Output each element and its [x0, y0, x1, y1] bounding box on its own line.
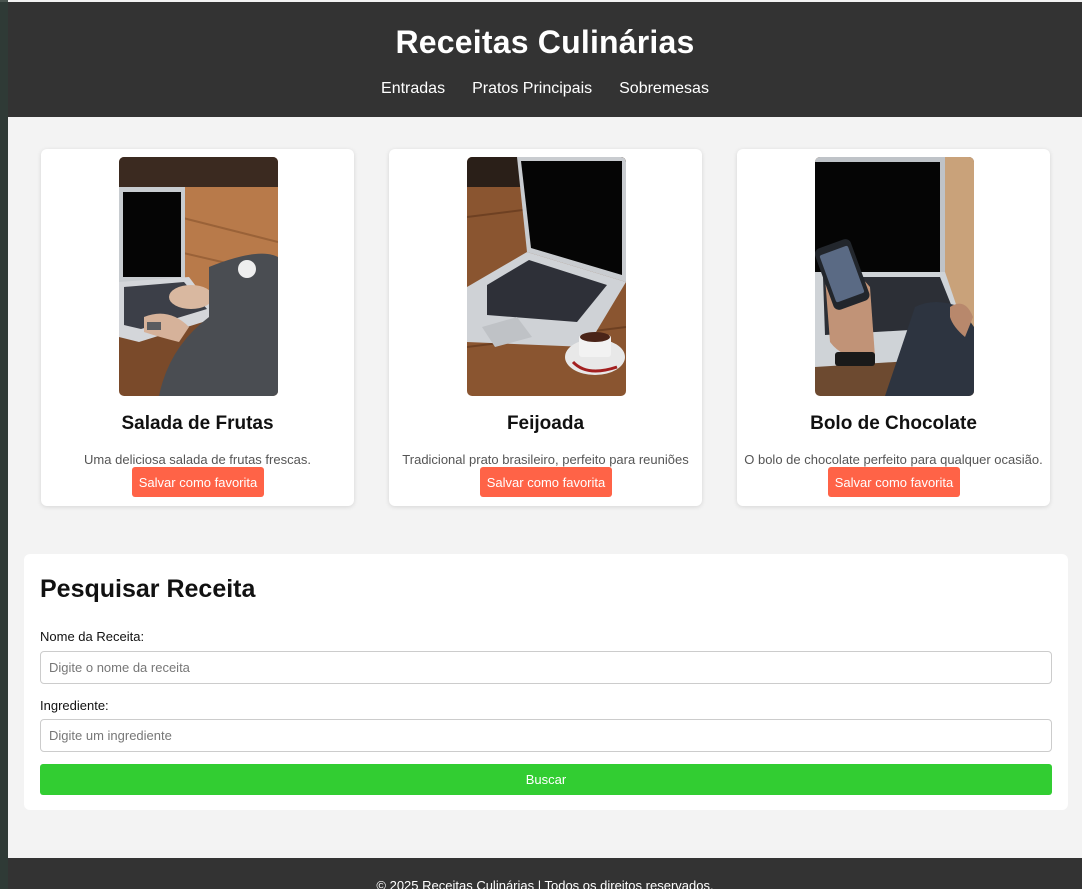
search-title: Pesquisar Receita: [40, 575, 256, 603]
recipe-description: O bolo de chocolate perfeito para qualqu…: [744, 452, 1043, 467]
nav-link-sobremesas[interactable]: Sobremesas: [619, 80, 709, 98]
recipe-card: Feijoada Tradicional prato brasileiro, p…: [389, 149, 702, 506]
recipe-cards: Salada de Frutas Uma deliciosa salada de…: [41, 149, 1051, 506]
ingredient-label: Ingrediente:: [40, 698, 109, 713]
recipe-card: Salada de Frutas Uma deliciosa salada de…: [41, 149, 354, 506]
laptop-coffee-photo: [467, 157, 626, 396]
recipe-card: Bolo de Chocolate O bolo de chocolate pe…: [737, 149, 1050, 506]
search-button[interactable]: Buscar: [40, 764, 1052, 795]
ingredient-input[interactable]: [40, 719, 1052, 752]
save-favorite-button[interactable]: Salvar como favorita: [480, 467, 612, 497]
site-footer: © 2025 Receitas Culinárias | Todos os di…: [8, 858, 1082, 889]
laptop-typing-photo: [119, 157, 278, 396]
recipe-title: Feijoada: [506, 413, 585, 434]
nav-link-entradas[interactable]: Entradas: [381, 80, 445, 98]
phone-laptop-photo: [815, 157, 974, 396]
search-form: Pesquisar Receita Nome da Receita: Ingre…: [24, 554, 1068, 810]
recipe-name-input[interactable]: [40, 651, 1052, 684]
recipe-name-label: Nome da Receita:: [40, 629, 145, 644]
recipe-title: Salada de Frutas: [121, 413, 274, 434]
footer-text: © 2025 Receitas Culinárias | Todos os di…: [376, 878, 714, 889]
site-header: Receitas Culinárias Entradas Pratos Prin…: [8, 2, 1082, 117]
save-favorite-button[interactable]: Salvar como favorita: [828, 467, 960, 497]
recipe-description: Uma deliciosa salada de frutas frescas.: [84, 452, 311, 467]
recipe-title: Bolo de Chocolate: [810, 413, 977, 434]
nav-link-pratos-principais[interactable]: Pratos Principais: [472, 80, 592, 98]
site-title: Receitas Culinárias: [395, 24, 695, 60]
save-favorite-button[interactable]: Salvar como favorita: [132, 467, 264, 497]
recipe-description: Tradicional prato brasileiro, perfeito p…: [402, 452, 689, 467]
page: Receitas Culinárias Entradas Pratos Prin…: [8, 0, 1082, 889]
main-nav: Entradas Pratos Principais Sobremesas: [8, 80, 1082, 98]
